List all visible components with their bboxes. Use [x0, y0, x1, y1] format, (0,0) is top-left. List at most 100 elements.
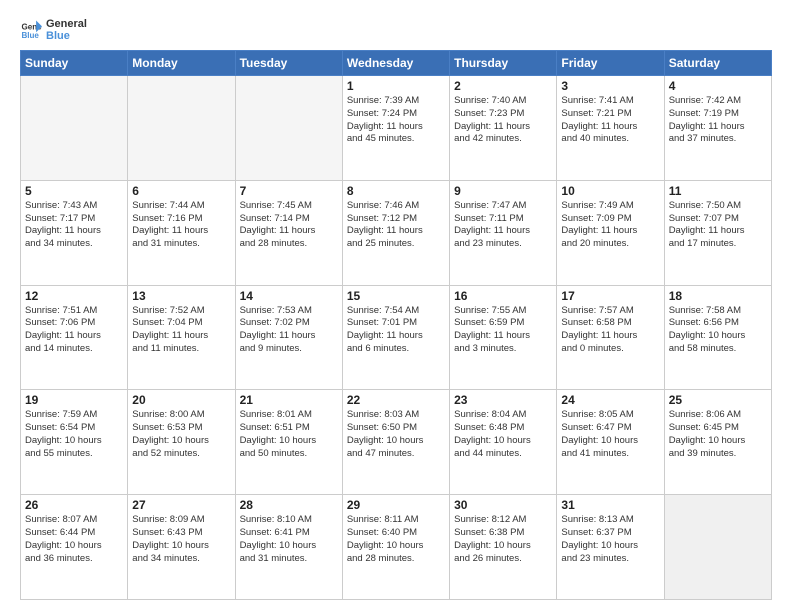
day-number: 2	[454, 79, 552, 93]
cell-info: Sunrise: 7:59 AM Sunset: 6:54 PM Dayligh…	[25, 409, 123, 460]
cell-info: Sunrise: 7:50 AM Sunset: 7:07 PM Dayligh…	[669, 200, 767, 251]
cell-info: Sunrise: 8:03 AM Sunset: 6:50 PM Dayligh…	[347, 409, 445, 460]
cell-info: Sunrise: 8:11 AM Sunset: 6:40 PM Dayligh…	[347, 514, 445, 565]
day-number: 4	[669, 79, 767, 93]
calendar-cell: 29 Sunrise: 8:11 AM Sunset: 6:40 PM Dayli…	[342, 495, 449, 600]
weekday-header-thursday: Thursday	[450, 51, 557, 76]
calendar-cell: 7 Sunrise: 7:45 AM Sunset: 7:14 PM Daylig…	[235, 180, 342, 285]
calendar-cell: 9Sunrise: 7:47 AM Sunset: 7:11 PM Daylig…	[450, 180, 557, 285]
cell-info: Sunrise: 8:04 AM Sunset: 6:48 PM Dayligh…	[454, 409, 552, 460]
cell-info: Sunrise: 8:06 AM Sunset: 6:45 PM Dayligh…	[669, 409, 767, 460]
calendar-week-4: 19 Sunrise: 7:59 AM Sunset: 6:54 PM Dayli…	[21, 390, 772, 495]
calendar-cell: 23 Sunrise: 8:04 AM Sunset: 6:48 PM Dayli…	[450, 390, 557, 495]
cell-info: Sunrise: 7:57 AM Sunset: 6:58 PM Dayligh…	[561, 305, 659, 356]
calendar-cell: 26 Sunrise: 8:07 AM Sunset: 6:44 PM Dayli…	[21, 495, 128, 600]
cell-info: Sunrise: 7:58 AM Sunset: 6:56 PM Dayligh…	[669, 305, 767, 356]
day-number: 25	[669, 393, 767, 407]
day-number: 30	[454, 498, 552, 512]
day-number: 23	[454, 393, 552, 407]
cell-info: Sunrise: 7:41 AM Sunset: 7:21 PM Dayligh…	[561, 95, 659, 146]
calendar-week-5: 26 Sunrise: 8:07 AM Sunset: 6:44 PM Dayli…	[21, 495, 772, 600]
cell-info: Sunrise: 8:13 AM Sunset: 6:37 PM Dayligh…	[561, 514, 659, 565]
cell-info: Sunrise: 7:46 AM Sunset: 7:12 PM Dayligh…	[347, 200, 445, 251]
day-number: 31	[561, 498, 659, 512]
calendar-cell: 21 Sunrise: 8:01 AM Sunset: 6:51 PM Dayli…	[235, 390, 342, 495]
day-number: 15	[347, 289, 445, 303]
calendar-cell: 16 Sunrise: 7:55 AM Sunset: 6:59 PM Dayli…	[450, 285, 557, 390]
cell-info: Sunrise: 7:53 AM Sunset: 7:02 PM Dayligh…	[240, 305, 338, 356]
calendar-week-1: 1 Sunrise: 7:39 AM Sunset: 7:24 PM Daylig…	[21, 76, 772, 181]
cell-info: Sunrise: 7:44 AM Sunset: 7:16 PM Dayligh…	[132, 200, 230, 251]
calendar-cell: 18Sunrise: 7:58 AM Sunset: 6:56 PM Dayli…	[664, 285, 771, 390]
day-number: 7	[240, 184, 338, 198]
cell-info: Sunrise: 7:52 AM Sunset: 7:04 PM Dayligh…	[132, 305, 230, 356]
calendar-cell: 3 Sunrise: 7:41 AM Sunset: 7:21 PM Daylig…	[557, 76, 664, 181]
day-number: 16	[454, 289, 552, 303]
day-number: 27	[132, 498, 230, 512]
cell-info: Sunrise: 7:51 AM Sunset: 7:06 PM Dayligh…	[25, 305, 123, 356]
day-number: 10	[561, 184, 659, 198]
cell-info: Sunrise: 7:45 AM Sunset: 7:14 PM Dayligh…	[240, 200, 338, 251]
day-number: 28	[240, 498, 338, 512]
calendar-cell: 31 Sunrise: 8:13 AM Sunset: 6:37 PM Dayli…	[557, 495, 664, 600]
calendar-cell	[664, 495, 771, 600]
calendar-cell: 28 Sunrise: 8:10 AM Sunset: 6:41 PM Dayli…	[235, 495, 342, 600]
weekday-header-monday: Monday	[128, 51, 235, 76]
cell-info: Sunrise: 8:09 AM Sunset: 6:43 PM Dayligh…	[132, 514, 230, 565]
logo-icon: General Blue	[20, 19, 42, 41]
logo-general: General	[46, 18, 87, 30]
day-number: 21	[240, 393, 338, 407]
cell-info: Sunrise: 7:39 AM Sunset: 7:24 PM Dayligh…	[347, 95, 445, 146]
day-number: 8	[347, 184, 445, 198]
calendar-cell	[235, 76, 342, 181]
calendar-cell: 25 Sunrise: 8:06 AM Sunset: 6:45 PM Dayli…	[664, 390, 771, 495]
calendar-cell: 10 Sunrise: 7:49 AM Sunset: 7:09 PM Dayli…	[557, 180, 664, 285]
day-number: 20	[132, 393, 230, 407]
day-number: 29	[347, 498, 445, 512]
weekday-header-tuesday: Tuesday	[235, 51, 342, 76]
day-number: 6	[132, 184, 230, 198]
day-number: 19	[25, 393, 123, 407]
cell-info: Sunrise: 8:07 AM Sunset: 6:44 PM Dayligh…	[25, 514, 123, 565]
cell-info: Sunrise: 7:49 AM Sunset: 7:09 PM Dayligh…	[561, 200, 659, 251]
calendar-cell: 11 Sunrise: 7:50 AM Sunset: 7:07 PM Dayli…	[664, 180, 771, 285]
cell-info: Sunrise: 8:12 AM Sunset: 6:38 PM Dayligh…	[454, 514, 552, 565]
weekday-header-row: SundayMondayTuesdayWednesdayThursdayFrid…	[21, 51, 772, 76]
calendar-cell	[21, 76, 128, 181]
calendar-cell: 30 Sunrise: 8:12 AM Sunset: 6:38 PM Dayli…	[450, 495, 557, 600]
calendar-cell: 19 Sunrise: 7:59 AM Sunset: 6:54 PM Dayli…	[21, 390, 128, 495]
calendar-cell: 12Sunrise: 7:51 AM Sunset: 7:06 PM Dayli…	[21, 285, 128, 390]
cell-info: Sunrise: 7:42 AM Sunset: 7:19 PM Dayligh…	[669, 95, 767, 146]
weekday-header-friday: Friday	[557, 51, 664, 76]
day-number: 13	[132, 289, 230, 303]
cell-info: Sunrise: 7:40 AM Sunset: 7:23 PM Dayligh…	[454, 95, 552, 146]
calendar-cell: 2 Sunrise: 7:40 AM Sunset: 7:23 PM Daylig…	[450, 76, 557, 181]
calendar-cell: 8 Sunrise: 7:46 AM Sunset: 7:12 PM Daylig…	[342, 180, 449, 285]
cell-info: Sunrise: 7:54 AM Sunset: 7:01 PM Dayligh…	[347, 305, 445, 356]
cell-info: Sunrise: 7:47 AM Sunset: 7:11 PM Dayligh…	[454, 200, 552, 251]
day-number: 24	[561, 393, 659, 407]
svg-text:Blue: Blue	[21, 31, 39, 40]
calendar-cell: 5Sunrise: 7:43 AM Sunset: 7:17 PM Daylig…	[21, 180, 128, 285]
calendar-cell: 1 Sunrise: 7:39 AM Sunset: 7:24 PM Daylig…	[342, 76, 449, 181]
calendar-cell: 13 Sunrise: 7:52 AM Sunset: 7:04 PM Dayli…	[128, 285, 235, 390]
calendar-cell	[128, 76, 235, 181]
logo-blue: Blue	[46, 30, 87, 42]
day-number: 26	[25, 498, 123, 512]
day-number: 3	[561, 79, 659, 93]
calendar-cell: 20Sunrise: 8:00 AM Sunset: 6:53 PM Dayli…	[128, 390, 235, 495]
calendar-cell: 27 Sunrise: 8:09 AM Sunset: 6:43 PM Dayli…	[128, 495, 235, 600]
page-header: General Blue General Blue	[20, 18, 772, 42]
day-number: 14	[240, 289, 338, 303]
day-number: 22	[347, 393, 445, 407]
calendar-week-2: 5Sunrise: 7:43 AM Sunset: 7:17 PM Daylig…	[21, 180, 772, 285]
weekday-header-wednesday: Wednesday	[342, 51, 449, 76]
cell-info: Sunrise: 8:01 AM Sunset: 6:51 PM Dayligh…	[240, 409, 338, 460]
calendar-cell: 4 Sunrise: 7:42 AM Sunset: 7:19 PM Daylig…	[664, 76, 771, 181]
day-number: 11	[669, 184, 767, 198]
day-number: 17	[561, 289, 659, 303]
calendar-cell: 15 Sunrise: 7:54 AM Sunset: 7:01 PM Dayli…	[342, 285, 449, 390]
cell-info: Sunrise: 8:10 AM Sunset: 6:41 PM Dayligh…	[240, 514, 338, 565]
cell-info: Sunrise: 7:55 AM Sunset: 6:59 PM Dayligh…	[454, 305, 552, 356]
day-number: 1	[347, 79, 445, 93]
